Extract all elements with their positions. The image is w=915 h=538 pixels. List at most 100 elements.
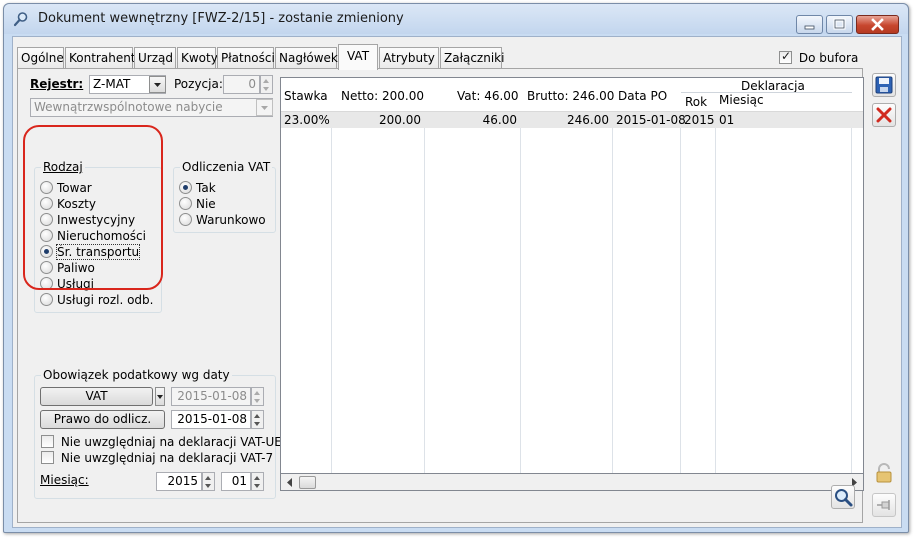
table-header: Stawka Netto: 200.00 Vat: 46.00 Brutto: …	[281, 78, 863, 112]
pozycja-label: Pozycja:	[174, 77, 223, 91]
do-bufora-checkbox[interactable]: Do bufora	[779, 49, 859, 65]
pozycja-value: 0	[248, 77, 256, 91]
tab-zalaczniki[interactable]: Załączniki	[440, 47, 504, 69]
cell-rok: 2015	[684, 113, 715, 127]
month-field[interactable]: 01	[221, 472, 251, 491]
rodzaj-group: Rodzaj Towar Koszty Inwestycyjny Nieruch…	[34, 160, 162, 313]
tab-platnosci[interactable]: Płatności	[217, 47, 275, 69]
tab-kwoty[interactable]: Kwoty	[177, 47, 218, 69]
radio[interactable]	[40, 293, 53, 306]
vat-table[interactable]: Stawka Netto: 200.00 Vat: 46.00 Brutto: …	[280, 77, 864, 474]
radio[interactable]	[40, 213, 53, 226]
tab-vat[interactable]: VAT	[338, 44, 378, 70]
header-rok[interactable]: Rok	[685, 95, 707, 109]
tab-naglowek[interactable]: Nagłówek	[275, 47, 338, 69]
nie-uwzgledniaj-vat-ue-checkbox[interactable]: Nie uwzględniaj na deklaracji VAT-UE	[41, 435, 282, 449]
close-icon	[876, 107, 892, 123]
maximize-button[interactable]	[826, 15, 853, 34]
radio-selected[interactable]	[179, 181, 192, 194]
cell-vat: 46.00	[482, 113, 517, 127]
close-icon	[871, 18, 884, 31]
odliczenia-option-nie[interactable]: Nie	[179, 197, 216, 211]
prawo-date-spinner[interactable]	[251, 410, 264, 429]
rodzaj-option-koszty[interactable]: Koszty	[40, 197, 96, 211]
pin-button[interactable]	[872, 493, 896, 517]
radio-selected[interactable]	[40, 245, 53, 258]
column-netto	[332, 78, 425, 473]
lock-button[interactable]	[873, 463, 895, 483]
rodzaj-option-uslugi[interactable]: Usługi	[40, 277, 94, 291]
checkbox[interactable]	[41, 435, 54, 448]
window-title: Dokument wewnętrzny [FWZ-2/15] - zostani…	[38, 11, 404, 26]
tab-atrybuty[interactable]: Atrybuty	[379, 47, 439, 69]
tab-ogolne[interactable]: Ogólne	[17, 47, 64, 69]
column-rok	[681, 78, 716, 473]
rodzaj-option-inwestycyjny[interactable]: Inwestycyjny	[40, 213, 135, 227]
do-bufora-label: Do bufora	[798, 51, 859, 65]
header-data-po[interactable]: Data PO	[618, 89, 667, 103]
vat-date-spinner[interactable]	[251, 387, 264, 406]
rejestr-value: Z-MAT	[93, 77, 131, 91]
chevron-down-icon	[154, 83, 161, 87]
search-button[interactable]	[831, 485, 855, 509]
rodzaj-option-towar[interactable]: Towar	[40, 181, 92, 195]
rodzaj-option-sr-transportu[interactable]: Śr. transportu	[40, 244, 141, 260]
radio[interactable]	[40, 181, 53, 194]
month-value: 01	[231, 474, 247, 488]
miesiac-label: Miesiąc:	[40, 473, 89, 487]
vat-date-field[interactable]: 2015-01-08	[171, 387, 251, 406]
radio[interactable]	[179, 197, 192, 210]
nie-uwzgledniaj-vat-7-checkbox[interactable]: Nie uwzględniaj na deklaracji VAT-7	[41, 451, 273, 465]
chevron-down-icon	[261, 106, 268, 110]
pozycja-spinner[interactable]	[260, 75, 273, 94]
obowiazek-legend: Obowiązek podatkowy wg daty	[41, 368, 232, 382]
radio[interactable]	[40, 261, 53, 274]
header-brutto[interactable]: Brutto: 246.00	[527, 89, 614, 103]
cell-netto: 200.00	[379, 113, 421, 127]
save-button[interactable]	[872, 73, 896, 97]
prawo-date-field[interactable]: 2015-01-08	[171, 410, 251, 429]
rodzaj-option-nieruchomosci[interactable]: Nieruchomości	[40, 229, 146, 243]
column-stawka	[281, 78, 332, 473]
rodzaj-option-uslugi-rozl-odb[interactable]: Usługi rozl. odb.	[40, 293, 153, 307]
document-window: Dokument wewnętrzny [FWZ-2/15] - zostani…	[3, 3, 909, 533]
register-description-dropdown	[256, 99, 273, 116]
rejestr-dropdown-button[interactable]	[149, 76, 166, 93]
year-field[interactable]: 2015	[156, 472, 202, 491]
column-data-po	[613, 78, 681, 473]
rodzaj-legend: Rodzaj	[41, 160, 85, 174]
header-netto[interactable]: Netto: 200.00	[341, 89, 424, 103]
odliczenia-option-warunkowo[interactable]: Warunkowo	[179, 213, 266, 227]
rodzaj-option-paliwo[interactable]: Paliwo	[40, 261, 95, 275]
header-vat[interactable]: Vat: 46.00	[457, 89, 519, 103]
year-spinner[interactable]	[202, 472, 215, 491]
vat-date-dropdown[interactable]	[155, 387, 165, 406]
radio[interactable]	[40, 277, 53, 290]
do-bufora-check[interactable]	[779, 49, 792, 64]
header-stawka[interactable]: Stawka	[284, 89, 328, 103]
padlock-icon	[876, 463, 892, 483]
radio[interactable]	[40, 197, 53, 210]
close-button[interactable]	[856, 15, 899, 34]
radio[interactable]	[179, 213, 192, 226]
minimize-button[interactable]	[796, 15, 823, 34]
cancel-button[interactable]	[872, 103, 896, 127]
pozycja-field[interactable]: 0	[223, 75, 260, 94]
title-bar[interactable]: Dokument wewnętrzny [FWZ-2/15] - zostani…	[4, 4, 908, 34]
cell-miesiac: 01	[719, 113, 735, 127]
month-spinner[interactable]	[251, 472, 264, 491]
vat-date-button[interactable]: VAT	[40, 387, 153, 406]
header-miesiac[interactable]: Miesiąc	[719, 93, 764, 107]
tab-kontrahent[interactable]: Kontrahent	[65, 47, 136, 69]
scrollbar-thumb[interactable]	[299, 476, 316, 489]
header-deklaracja: Deklaracja	[741, 79, 805, 93]
window-client: Ogólne Kontrahent Urząd Kwoty Płatności …	[12, 36, 902, 528]
tab-urzad[interactable]: Urząd	[134, 47, 176, 69]
prawo-date-value: 2015-01-08	[177, 412, 247, 426]
prawo-do-odliczenia-button[interactable]: Prawo do odlicz.	[40, 410, 165, 429]
checkbox[interactable]	[41, 451, 54, 464]
radio[interactable]	[40, 229, 53, 242]
scroll-left-icon[interactable]	[283, 475, 297, 490]
horizontal-scrollbar[interactable]	[280, 474, 864, 491]
odliczenia-option-tak[interactable]: Tak	[179, 181, 216, 195]
